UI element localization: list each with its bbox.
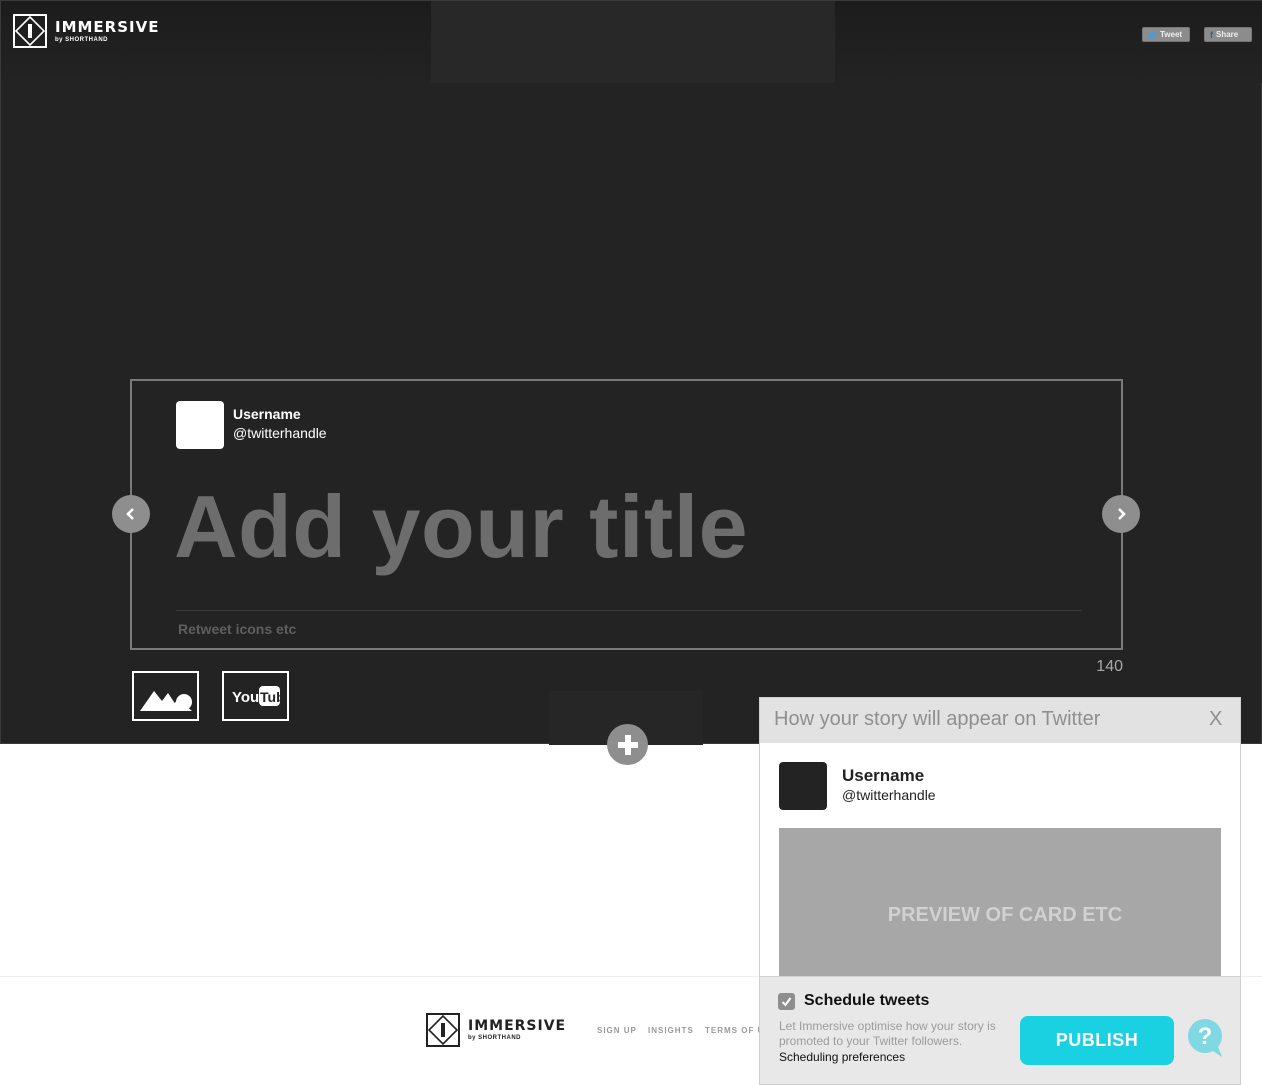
card-preview-label: PREVIEW OF CARD ETC: [887, 904, 1123, 926]
schedule-description: Let Immersive optimise how your story is…: [779, 1019, 996, 1048]
footer-logo-wordmark: IMMERSIVE: [468, 1018, 567, 1034]
svg-text:You: You: [232, 689, 259, 706]
svg-text:Tube: Tube: [260, 689, 281, 705]
schedule-tweets-checkbox[interactable]: [778, 993, 795, 1010]
top-bar-center-panel: [431, 1, 835, 83]
twitter-bird-icon: [1148, 30, 1157, 39]
tweet-button[interactable]: Tweet: [1142, 27, 1190, 42]
previous-slide-button[interactable]: [112, 495, 150, 533]
plus-icon: [617, 734, 638, 755]
card-preview: PREVIEW OF CARD ETC: [779, 828, 1221, 988]
editor-username: Username: [233, 406, 301, 422]
help-button[interactable]: ?: [1186, 1017, 1226, 1059]
share-button[interactable]: f Share: [1204, 27, 1252, 42]
logo-wordmark: IMMERSIVE: [55, 17, 160, 36]
editor-avatar[interactable]: [176, 401, 224, 449]
preview-avatar: [779, 762, 827, 810]
schedule-section: Schedule tweets Let Immersive optimise h…: [760, 976, 1240, 1084]
footer-logo-byline: by SHORTHAND: [468, 1035, 522, 1041]
preview-handle: @twitterhandle: [842, 787, 936, 803]
story-stage: IMMERSIVE by SHORTHAND Tweet f Share Use…: [0, 0, 1262, 745]
checkmark-icon: [781, 997, 792, 1007]
svg-text:?: ?: [1198, 1023, 1213, 1050]
twitter-preview-panel: How your story will appear on Twitter X …: [759, 697, 1241, 1085]
panel-header: How your story will appear on Twitter X: [760, 698, 1240, 743]
share-button-label: Share: [1216, 30, 1239, 39]
title-input[interactable]: Add your title: [174, 476, 748, 578]
image-landscape-icon: [139, 691, 192, 711]
help-question-bubble-icon: ?: [1188, 1019, 1222, 1057]
editor-handle: @twitterhandle: [233, 425, 327, 441]
chevron-left-icon: [126, 508, 134, 520]
page-root: IMMERSIVE by SHORTHAND Tweet f Share Use…: [0, 0, 1262, 1085]
top-bar: [1, 1, 1262, 83]
youtube-icon: You Tube: [232, 686, 281, 706]
publish-button[interactable]: PUBLISH: [1020, 1016, 1174, 1065]
add-youtube-button[interactable]: You Tube: [222, 671, 289, 721]
panel-title: How your story will appear on Twitter: [774, 708, 1101, 730]
immersive-logo[interactable]: IMMERSIVE by SHORTHAND: [13, 14, 159, 48]
tweet-button-label: Tweet: [1160, 30, 1183, 39]
add-image-button[interactable]: [132, 671, 199, 721]
retweet-icons-placeholder: Retweet icons etc: [178, 621, 297, 637]
scheduling-preferences-link[interactable]: Scheduling preferences: [779, 1050, 905, 1064]
schedule-tweets-label: Schedule tweets: [804, 992, 930, 1009]
footer-logo-mark-icon: [426, 1013, 460, 1047]
next-slide-button[interactable]: [1102, 495, 1140, 533]
footer-link-insights[interactable]: INSIGHTS: [648, 1026, 694, 1035]
character-counter: 140: [1096, 658, 1123, 675]
facebook-icon: f: [1210, 29, 1213, 40]
immersive-logo-mark-icon: [13, 14, 47, 48]
chevron-right-icon: [1118, 508, 1126, 520]
add-section-button[interactable]: [607, 724, 648, 765]
footer-link-terms[interactable]: TERMS OF U: [705, 1026, 764, 1035]
card-divider: [176, 610, 1082, 611]
tweet-editor-card: Username @twitterhandle Add your title R…: [130, 379, 1123, 650]
footer-link-sign-up[interactable]: SIGN UP: [597, 1026, 637, 1035]
footer-immersive-logo[interactable]: IMMERSIVE by SHORTHAND: [426, 1013, 566, 1047]
close-button[interactable]: X: [1209, 708, 1222, 731]
preview-username: Username: [842, 766, 925, 785]
logo-byline: by SHORTHAND: [55, 36, 109, 43]
